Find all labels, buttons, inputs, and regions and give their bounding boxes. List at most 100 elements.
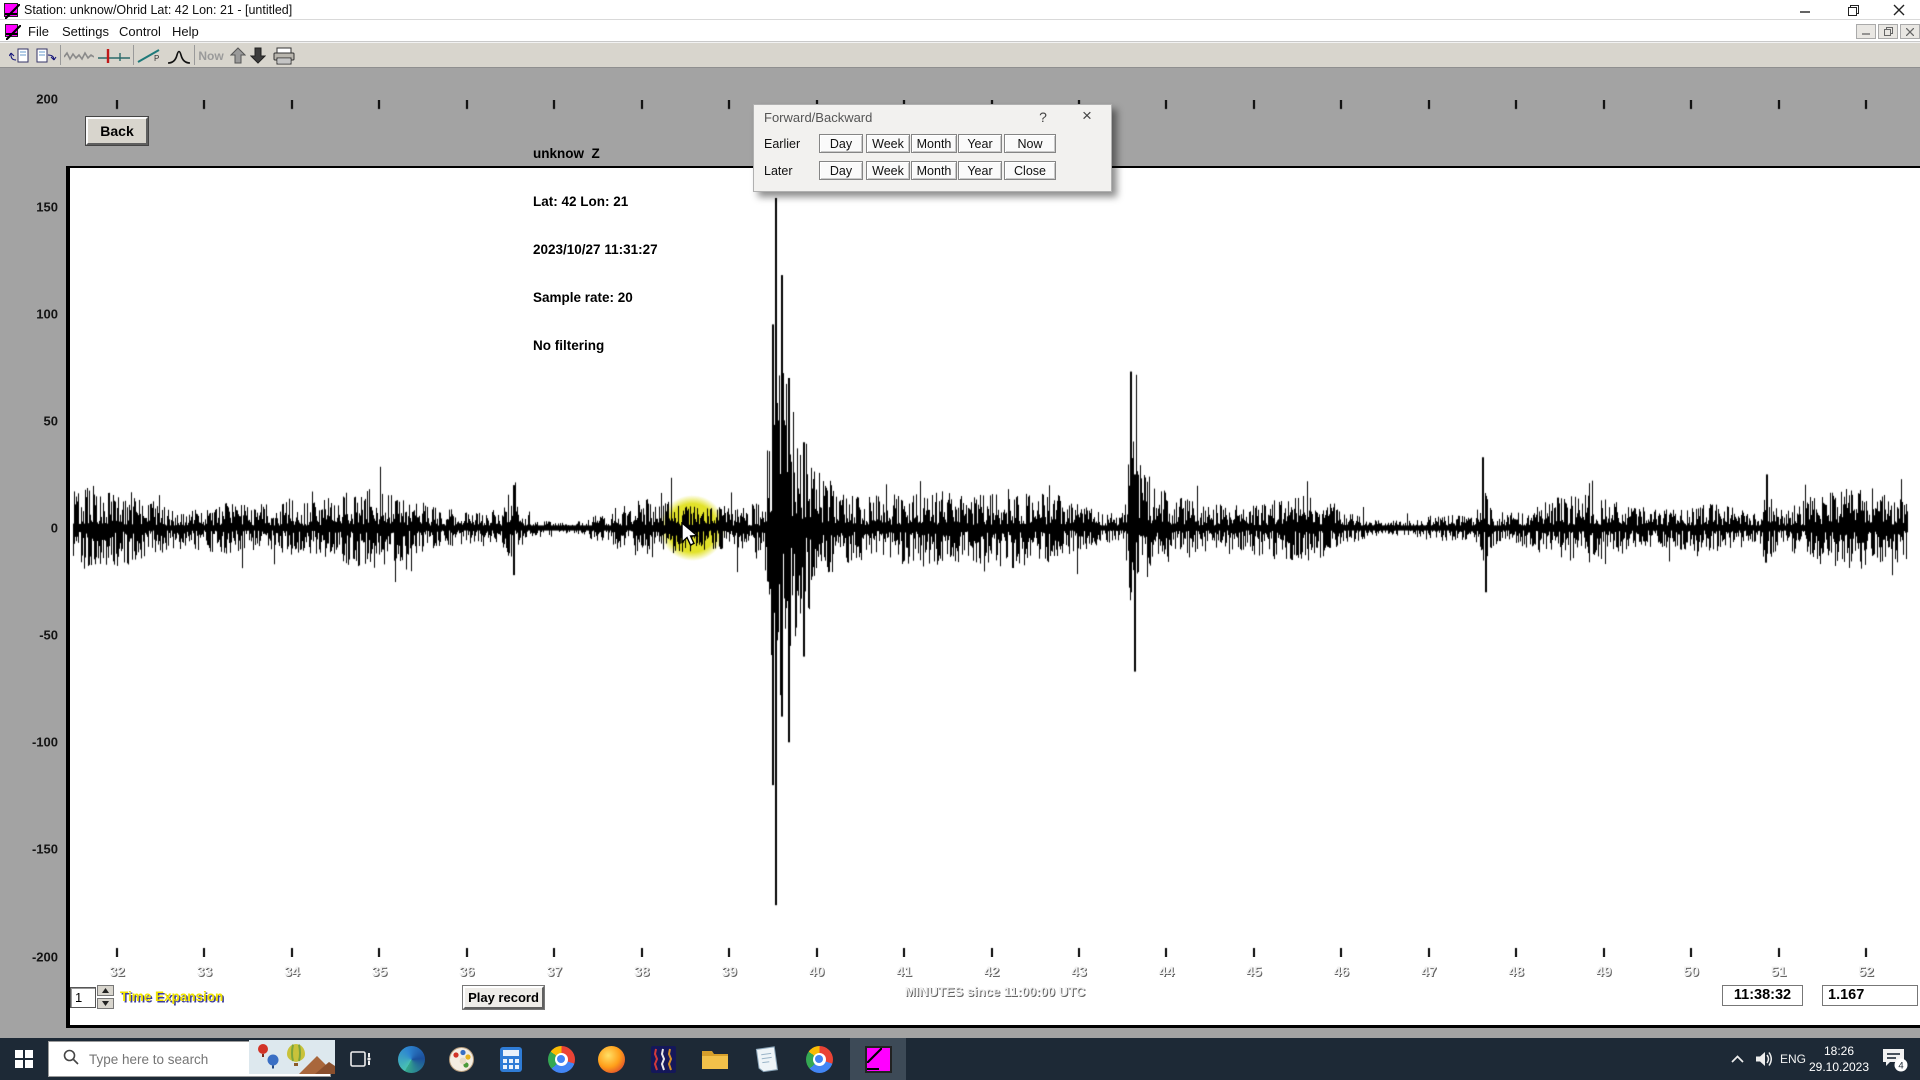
spinner-up-icon[interactable] (97, 985, 114, 996)
waveform-icon[interactable] (63, 45, 95, 66)
back-button[interactable]: Back (86, 117, 148, 145)
play-record-button[interactable]: Play record (463, 986, 544, 1009)
later-month-button[interactable]: Month (911, 161, 957, 180)
seisgram-icon-active[interactable] (850, 1038, 906, 1080)
x-axis-tick-label: 46 (1334, 963, 1350, 979)
menu-settings[interactable]: Settings (58, 23, 113, 40)
station-samplerate: Sample rate: 20 (533, 290, 658, 306)
x-axis-title: MINUTES since 11:00:00 UTC (885, 984, 1105, 999)
x-axis-tick-label: 50 (1683, 963, 1699, 979)
menu-help[interactable]: Help (168, 23, 203, 40)
station-filtering: No filtering (533, 338, 658, 354)
later-year-button[interactable]: Year (958, 161, 1002, 180)
later-week-button[interactable]: Week (866, 161, 910, 180)
dialog-help-icon[interactable]: ? (1034, 109, 1052, 125)
down-arrow-icon[interactable] (248, 45, 268, 66)
taskbar: ENG 18:26 29.10.2023 4 (0, 1038, 1920, 1080)
paint-icon[interactable] (438, 1038, 484, 1080)
cursor-value-readout: 1.167 (1822, 985, 1918, 1006)
seisgram-app-icon (4, 3, 18, 17)
y-axis-tick-label: 100 (14, 306, 58, 321)
x-axis-tick-label: 33 (197, 963, 213, 979)
mdi-minimize-icon[interactable] (1856, 24, 1876, 39)
x-axis-tick-label: 51 (1771, 963, 1787, 979)
earlier-label: Earlier (764, 137, 800, 151)
chrome-icon[interactable] (538, 1038, 584, 1080)
search-input[interactable] (89, 1052, 249, 1067)
x-axis-tick-label: 42 (984, 963, 1000, 979)
x-axis-tick-label: 45 (1246, 963, 1262, 979)
x-axis-tick-label: 32 (109, 963, 125, 979)
spinner-down-icon[interactable] (97, 998, 114, 1009)
bing-daily-image[interactable] (249, 1040, 335, 1079)
mdi-restore-icon[interactable] (1878, 24, 1898, 39)
y-axis-tick-label: 50 (14, 413, 58, 428)
x-axis-tick-label: 52 (1858, 963, 1874, 979)
start-button[interactable] (0, 1038, 48, 1080)
minimize-icon[interactable] (1790, 2, 1820, 18)
x-axis-tick-label: 49 (1596, 963, 1612, 979)
edge-icon[interactable] (388, 1038, 434, 1080)
earlier-day-button[interactable]: Day (819, 134, 863, 153)
later-label: Later (764, 164, 793, 178)
tray-time: 18:26 (1808, 1043, 1870, 1059)
y-axis-tick-label: -200 (14, 949, 58, 964)
file-explorer-icon[interactable] (692, 1038, 738, 1080)
y-axis-tick-label: 0 (14, 521, 58, 536)
menu-file[interactable]: File (24, 23, 53, 40)
earlier-now-button[interactable]: Now (1004, 134, 1056, 153)
time-expansion-label: Time Expansion (120, 989, 223, 1004)
dialog-close-icon[interactable]: × (1078, 106, 1096, 126)
language-indicator[interactable]: ENG (1776, 1038, 1810, 1080)
up-arrow-icon[interactable] (228, 45, 248, 66)
y-axis-tick-label: -150 (14, 842, 58, 857)
mdi-close-icon[interactable] (1900, 24, 1920, 39)
notepad-icon[interactable] (744, 1038, 790, 1080)
time-expansion-input[interactable] (70, 987, 96, 1008)
firefox-icon[interactable] (588, 1038, 634, 1080)
y-axis-tick-label: -50 (14, 628, 58, 643)
x-axis-tick-label: 44 (1159, 963, 1175, 979)
phase-p-icon[interactable]: P (136, 45, 164, 66)
print-icon[interactable] (271, 45, 297, 66)
y-axis-tick-label: -100 (14, 735, 58, 750)
station-channel: unknow Z (533, 146, 658, 162)
earlier-year-button[interactable]: Year (958, 134, 1002, 153)
earlier-week-button[interactable]: Week (866, 134, 910, 153)
seismogram-canvas[interactable] (70, 100, 1920, 957)
later-day-button[interactable]: Day (819, 161, 863, 180)
x-axis-tick-label: 48 (1508, 963, 1524, 979)
dialog-title: Forward/Backward (764, 110, 872, 125)
x-axis-tick-label: 40 (809, 963, 825, 979)
y-axis-tick-label: 150 (14, 199, 58, 214)
chrome2-icon[interactable] (796, 1038, 842, 1080)
notification-icon[interactable]: 4 (1874, 1038, 1914, 1080)
x-axis-tick-label: 47 (1421, 963, 1437, 979)
pick-icon[interactable] (97, 45, 131, 66)
title-bar: Station: unknow/Ohrid Lat: 42 Lon: 21 - … (0, 0, 1920, 20)
taskbar-search[interactable] (48, 1041, 331, 1077)
tray-clock[interactable]: 18:26 29.10.2023 (1808, 1043, 1870, 1075)
tray-date: 29.10.2023 (1808, 1059, 1870, 1075)
restore-icon[interactable] (1838, 2, 1868, 18)
x-axis-tick-label: 35 (372, 963, 388, 979)
menu-control[interactable]: Control (115, 23, 165, 40)
station-info-block: unknow Z Lat: 42 Lon: 21 2023/10/27 11:3… (533, 114, 658, 370)
open-left-icon[interactable] (8, 45, 32, 66)
wave-viewer-icon[interactable] (640, 1038, 686, 1080)
later-close-button[interactable]: Close (1004, 161, 1056, 180)
cursor-time-readout: 11:38:32 (1722, 985, 1803, 1006)
station-datetime: 2023/10/27 11:31:27 (533, 242, 658, 258)
close-icon[interactable] (1884, 2, 1914, 18)
search-icon (63, 1049, 79, 1070)
mouse-cursor-icon (680, 522, 702, 553)
open-right-icon[interactable] (34, 45, 58, 66)
task-view-icon[interactable] (338, 1038, 384, 1080)
x-axis-tick-label: 38 (634, 963, 650, 979)
x-axis-tick-label: 36 (459, 963, 475, 979)
calculator-icon[interactable] (488, 1038, 534, 1080)
earlier-month-button[interactable]: Month (911, 134, 957, 153)
now-button[interactable]: Now (198, 45, 224, 66)
gauss-filter-icon[interactable] (166, 45, 192, 66)
y-axis-tick-label: 200 (14, 92, 58, 107)
